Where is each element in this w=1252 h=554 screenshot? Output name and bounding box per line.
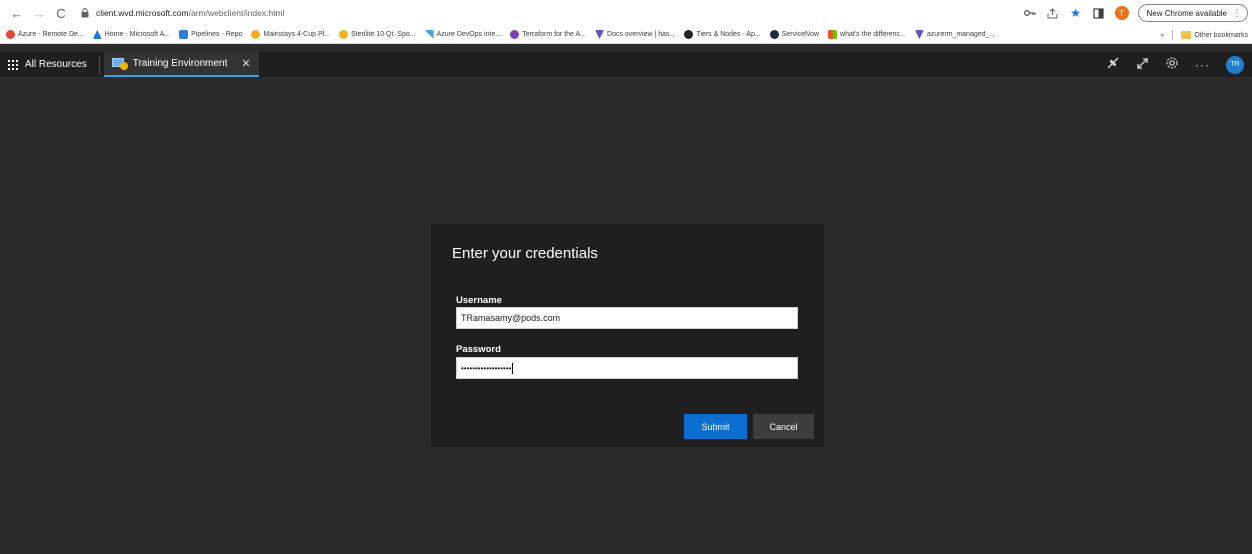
bookmark-item[interactable]: Mainstays 4-Cup Pl... — [251, 30, 330, 39]
bookmark-label: what's the differenc... — [840, 31, 906, 38]
bookmark-favicon-icon — [339, 30, 349, 39]
gear-icon[interactable] — [1165, 56, 1179, 73]
bookmark-favicon-icon — [179, 30, 189, 39]
tab-label: Training Environment — [132, 58, 228, 69]
bookmark-label: Home - Microsoft A... — [104, 31, 171, 38]
url-path: /arm/webclient/index.html — [188, 8, 285, 18]
address-bar[interactable]: client.wvd.microsoft.com/arm/webclient/i… — [96, 8, 285, 18]
web-client-header: All Resources Training Environment ✕ ···… — [0, 52, 1252, 77]
submit-button[interactable]: Submit — [684, 414, 747, 439]
bookmark-label: Sterilite 10 Qt. Spo... — [351, 31, 416, 38]
bookmark-label: azurerm_managed_... — [926, 31, 996, 38]
reload-icon[interactable]: C — [52, 4, 70, 22]
bookmark-item[interactable]: Docs overview | has... — [595, 30, 675, 39]
key-icon[interactable] — [1023, 6, 1037, 20]
bookmark-item[interactable]: azurerm_managed_... — [914, 30, 996, 39]
bookmark-favicon-icon — [510, 30, 520, 39]
bookmark-item[interactable]: Home - Microsoft A... — [92, 30, 171, 39]
bookmarks-bar: Azure - Remote De... Home - Microsoft A.… — [0, 26, 1252, 44]
dialog-title: Enter your credentials — [452, 245, 598, 262]
bookmark-item[interactable]: Tiers & Nodes - Ap... — [684, 30, 761, 39]
app-launcher-grid-icon — [8, 59, 18, 70]
password-field[interactable]: •••••••••••••••••• — [456, 357, 798, 379]
all-resources-button[interactable]: All Resources — [0, 52, 95, 77]
bookmark-favicon-icon — [769, 30, 779, 39]
bookmark-favicon-icon — [6, 30, 15, 39]
more-bookmarks-chevron-icon[interactable]: » — [1160, 32, 1164, 39]
bookmark-favicon-icon — [251, 30, 261, 39]
bookmark-favicon-icon — [828, 30, 838, 39]
password-mask: •••••••••••••••••• — [461, 363, 512, 373]
bookmark-favicon-icon — [92, 30, 102, 39]
all-resources-label: All Resources — [25, 59, 87, 70]
bookmark-item[interactable]: what's the differenc... — [828, 30, 906, 39]
bookmark-item[interactable]: Terraform for the A... — [510, 30, 586, 39]
divider — [1172, 30, 1174, 40]
remote-desktop-icon — [111, 58, 128, 70]
cancel-button[interactable]: Cancel — [753, 414, 814, 439]
chrome-update-button[interactable]: New Chrome available ⋮ — [1137, 4, 1248, 22]
side-panel-icon[interactable] — [1092, 6, 1106, 20]
browser-toolbar: ← → C client.wvd.microsoft.com/arm/webcl… — [0, 0, 1252, 26]
fullscreen-icon[interactable] — [1136, 57, 1149, 73]
username-field[interactable]: TRamasamy@pods.com — [456, 307, 798, 329]
bookmark-label: Docs overview | has... — [607, 31, 676, 38]
folder-icon — [1181, 31, 1192, 39]
bookmark-item[interactable]: Pipelines - Repo — [179, 30, 242, 39]
close-icon[interactable]: ✕ — [241, 57, 250, 70]
username-label: Username — [456, 295, 502, 306]
bookmark-star-icon[interactable]: ★ — [1069, 6, 1083, 20]
bookmark-label: Tiers & Nodes - Ap... — [696, 31, 761, 38]
other-bookmarks[interactable]: Other bookmarks — [1181, 31, 1248, 39]
bookmark-favicon-icon — [424, 30, 434, 39]
bookmark-label: Terraform for the A... — [522, 31, 587, 38]
profile-avatar[interactable]: T — [1114, 6, 1129, 20]
bookmark-label: ServiceNow — [781, 31, 820, 38]
lock-icon[interactable] — [80, 8, 90, 18]
bookmark-favicon-icon — [595, 30, 605, 39]
tab-training-environment[interactable]: Training Environment ✕ — [103, 52, 259, 77]
credentials-dialog: Enter your credentials Username TRamasam… — [431, 224, 824, 447]
divider — [98, 55, 100, 74]
spacer — [0, 45, 1252, 52]
bookmark-label: Azure DevOps inte... — [436, 31, 502, 38]
text-caret — [512, 362, 514, 374]
password-label: Password — [456, 344, 501, 355]
avatar[interactable]: TR — [1226, 55, 1244, 74]
back-arrow-icon[interactable]: ← — [8, 4, 26, 22]
more-options-icon[interactable]: ··· — [1195, 58, 1210, 72]
url-host: client.wvd.microsoft.com — [96, 8, 189, 18]
bookmark-label: Azure - Remote De... — [18, 31, 84, 38]
bookmark-item[interactable]: Azure - Remote De... — [6, 30, 84, 39]
bookmark-item[interactable]: ServiceNow — [769, 30, 820, 39]
forward-arrow-icon[interactable]: → — [30, 4, 48, 22]
username-value: TRamasamy@pods.com — [461, 313, 561, 323]
bookmark-item[interactable]: Sterilite 10 Qt. Spo... — [339, 30, 416, 39]
bookmark-item[interactable]: Azure DevOps inte... — [424, 30, 502, 39]
bookmark-favicon-icon — [684, 30, 694, 39]
kebab-menu-icon: ⋮ — [1232, 7, 1242, 19]
bookmark-label: Mainstays 4-Cup Pl... — [263, 31, 331, 38]
update-label: New Chrome available — [1146, 8, 1227, 18]
other-bookmarks-label: Other bookmarks — [1194, 31, 1248, 39]
share-icon[interactable] — [1046, 6, 1060, 20]
bookmark-label: Pipelines - Repo — [191, 31, 243, 38]
disconnect-icon[interactable] — [1106, 56, 1120, 73]
bookmark-favicon-icon — [914, 30, 924, 39]
